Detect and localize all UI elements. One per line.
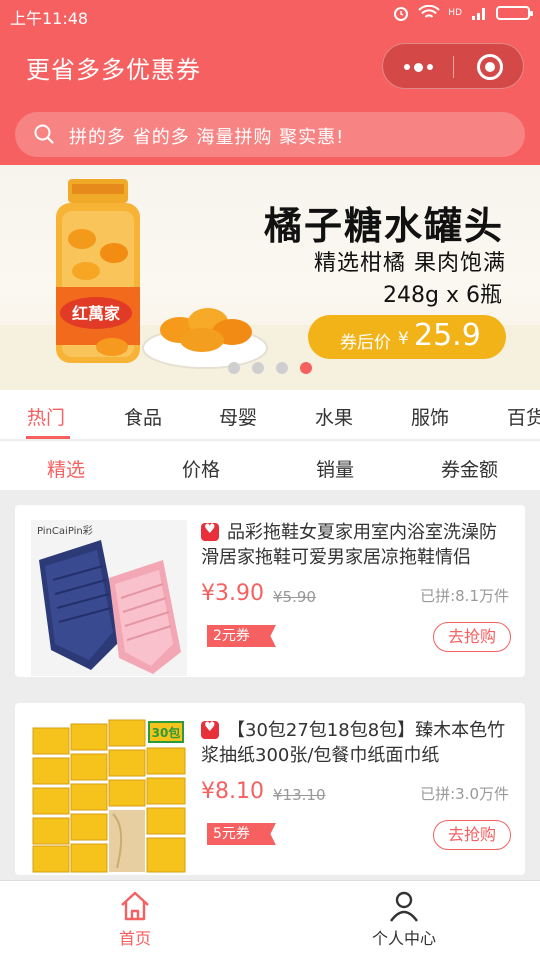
promo-banner[interactable]: 红萬家 橘子糖水罐头 精选柑橘 果肉饱满 248g x 6瓶 券后价 ¥ 25.…	[0, 165, 540, 390]
carousel-dots	[228, 362, 312, 374]
banner-subtitle: 精选柑橘 果肉饱满	[314, 251, 506, 276]
product-card[interactable]: 30包 【30包27包18包8包】臻木本色竹浆抽纸300张/包餐巾纸面巾纸 ¥8…	[15, 703, 525, 875]
search-placeholder: 拼的多 省的多 海量拼购 聚实惠!	[69, 127, 345, 148]
tab-hot[interactable]: 热门	[27, 403, 65, 430]
image-badge-text: 30包	[152, 725, 181, 740]
product-sold-count: 已拼:8.1万件	[420, 587, 509, 605]
banner-price-badge: 券后价 ¥ 25.9	[308, 315, 506, 359]
tab-general[interactable]: 百货	[507, 403, 540, 430]
price-currency: ¥	[398, 329, 409, 349]
tissue-pack-image: 30包	[31, 718, 187, 874]
image-brand-text: PinCaiPin彩	[37, 525, 93, 537]
product-card[interactable]: PinCaiPin彩 品彩拖鞋女夏家用室内浴室洗澡防滑居家拖鞋可爱男家居凉拖鞋情…	[15, 505, 525, 677]
tab-profile-label: 个人中心	[371, 929, 436, 948]
tab-home-label: 首页	[118, 929, 151, 948]
alarm-icon	[394, 7, 409, 21]
more-options-button[interactable]	[383, 44, 453, 90]
home-icon	[121, 891, 149, 921]
coupon-badge: 5元券	[207, 823, 276, 845]
banner-price: 25.9	[414, 318, 481, 353]
sort-sales[interactable]: 销量	[316, 455, 354, 482]
sort-featured[interactable]: 精选	[47, 455, 85, 482]
price-label: 券后价	[340, 333, 391, 353]
carousel-dot-active[interactable]	[300, 362, 312, 374]
wifi-icon	[418, 5, 441, 18]
miniprogram-capsule	[382, 43, 524, 89]
grab-deal-button[interactable]: 去抢购	[433, 622, 511, 652]
tab-home[interactable]: 首页	[80, 889, 190, 949]
active-tab-indicator	[26, 436, 70, 439]
grab-deal-button[interactable]: 去抢购	[433, 820, 511, 850]
signal-icon	[472, 8, 485, 20]
category-tabs: 热门 食品 母婴 水果 服饰 百货	[0, 390, 540, 440]
sort-coupon-amount[interactable]: 券金额	[441, 455, 498, 482]
banner-spec: 248g x 6瓶	[383, 283, 502, 308]
status-icons: HD	[392, 4, 533, 22]
bottom-tab-bar: 首页 个人中心	[0, 880, 540, 960]
tab-food[interactable]: 食品	[124, 403, 162, 430]
canned-orange-jar-image: 红萬家	[56, 179, 140, 363]
close-miniprogram-button[interactable]	[477, 54, 503, 80]
product-price: ¥8.10	[201, 779, 264, 804]
tab-baby[interactable]: 母婴	[219, 403, 257, 430]
product-price: ¥3.90	[201, 581, 264, 606]
carousel-dot[interactable]	[276, 362, 288, 374]
product-original-price: ¥13.10	[273, 786, 326, 804]
sort-bar: 精选 价格 销量 券金额	[0, 441, 540, 490]
status-time: 上午11:48	[10, 9, 89, 28]
search-bar[interactable]: 拼的多 省的多 海量拼购 聚实惠!	[15, 112, 525, 157]
status-bar: 上午11:48 HD	[0, 0, 540, 30]
tab-profile[interactable]: 个人中心	[349, 889, 459, 949]
product-sold-count: 已拼:3.0万件	[420, 785, 509, 803]
coupon-badge: 2元券	[207, 625, 276, 647]
header-bar: 上午11:48 HD 更省多多优惠券 拼的多 省的多 海量拼购 聚实惠!	[0, 0, 540, 165]
slippers-image: PinCaiPin彩	[31, 520, 187, 676]
search-icon	[34, 124, 54, 144]
tab-clothing[interactable]: 服饰	[411, 403, 449, 430]
capsule-divider	[453, 56, 454, 78]
product-original-price: ¥5.90	[273, 588, 316, 606]
carousel-dot[interactable]	[228, 362, 240, 374]
product-title: 【30包27包18包8包】臻木本色竹浆抽纸300张/包餐巾纸面巾纸	[201, 720, 506, 766]
product-title: 品彩拖鞋女夏家用室内浴室洗澡防滑居家拖鞋可爱男家居凉拖鞋情侣	[201, 522, 497, 568]
banner-title: 橘子糖水罐头	[264, 204, 505, 248]
page-title: 更省多多优惠券	[26, 56, 201, 84]
sort-price[interactable]: 价格	[182, 455, 220, 482]
network-label: HD	[448, 8, 462, 18]
battery-icon	[496, 6, 533, 20]
tab-fruit[interactable]: 水果	[315, 403, 353, 430]
user-icon	[390, 891, 418, 922]
jar-brand-text: 红萬家	[72, 304, 121, 323]
orange-bowl-image	[142, 308, 268, 369]
carousel-dot[interactable]	[252, 362, 264, 374]
